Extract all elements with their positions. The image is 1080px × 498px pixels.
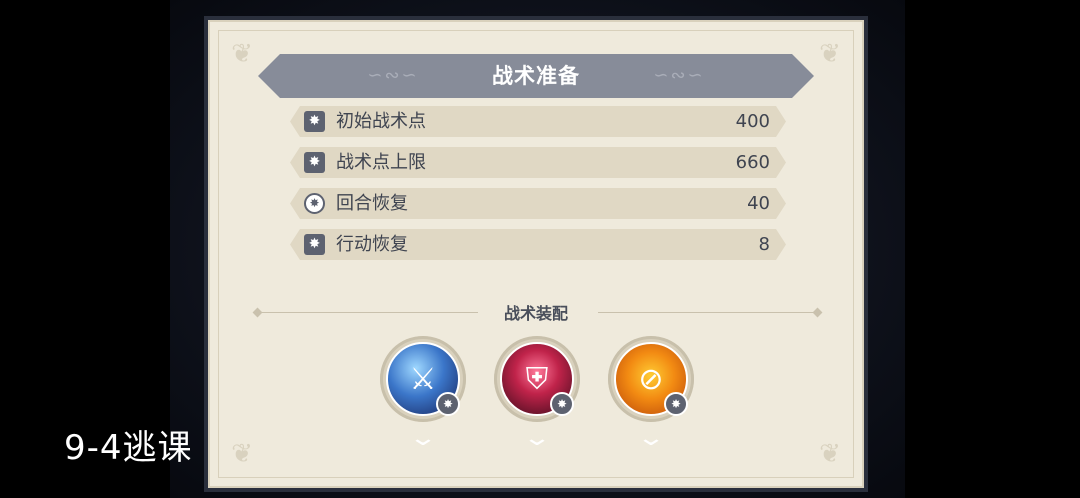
stat-row: ✸ 行动恢复 8: [290, 229, 786, 260]
corner-ornament-icon: ❦: [231, 39, 253, 69]
skill-slot-2[interactable]: ⛨ ✸ ⌄: [494, 336, 580, 456]
corner-ornament-icon: ❦: [819, 39, 841, 69]
stat-row: ✸ 回合恢复 40: [290, 188, 786, 219]
corner-ornament-icon: ❦: [231, 439, 253, 469]
stat-label: 回合恢复: [336, 193, 408, 214]
chevron-down-icon[interactable]: ⌄: [511, 428, 562, 450]
stat-value: 8: [758, 234, 770, 255]
chevron-down-icon[interactable]: ⌄: [397, 428, 448, 450]
title-banner: ∽∾∽ ∽∾∽ 战术准备: [258, 54, 814, 98]
tactic-point-icon: ✸: [304, 152, 325, 173]
tactics-prep-panel: ❦ ❦ ❦ ❦ ∽∾∽ ∽∾∽ 战术准备 ✸ 初始战术点 400 ✸ 战术点上限…: [208, 20, 864, 488]
chevron-down-icon[interactable]: ⌄: [625, 428, 676, 450]
overlay-caption: 9-4逃课: [64, 428, 193, 468]
tactic-badge-icon: ✸: [436, 392, 460, 416]
corner-ornament-icon: ❦: [819, 439, 841, 469]
skill-slot-1[interactable]: ⚔ ✸ ⌄: [380, 336, 466, 456]
tactic-badge-icon: ✸: [550, 392, 574, 416]
stat-label: 初始战术点: [336, 111, 426, 132]
round-recover-icon: ✸: [304, 193, 325, 214]
tactic-point-icon: ✸: [304, 111, 325, 132]
stat-value: 400: [735, 111, 770, 132]
skill-slot-3[interactable]: ⊘ ✸ ⌄: [608, 336, 694, 456]
divider: [598, 312, 818, 313]
stat-label: 战术点上限: [336, 152, 426, 173]
game-screen: ❦ ❦ ❦ ❦ ∽∾∽ ∽∾∽ 战术准备 ✸ 初始战术点 400 ✸ 战术点上限…: [0, 0, 1080, 498]
stats-list: ✸ 初始战术点 400 ✸ 战术点上限 660 ✸ 回合恢复 40 ✸ 行动恢复…: [290, 106, 786, 270]
panel-title: 战术准备: [492, 64, 580, 88]
stat-row: ✸ 初始战术点 400: [290, 106, 786, 137]
skill-slots: ⚔ ✸ ⌄ ⛨ ✸ ⌄ ⊘ ✸ ⌄: [380, 336, 700, 456]
stat-row: ✸ 战术点上限 660: [290, 147, 786, 178]
stat-value: 40: [747, 193, 770, 214]
tactic-badge-icon: ✸: [664, 392, 688, 416]
stat-label: 行动恢复: [336, 234, 408, 255]
tactic-point-icon: ✸: [304, 234, 325, 255]
stat-value: 660: [735, 152, 770, 173]
